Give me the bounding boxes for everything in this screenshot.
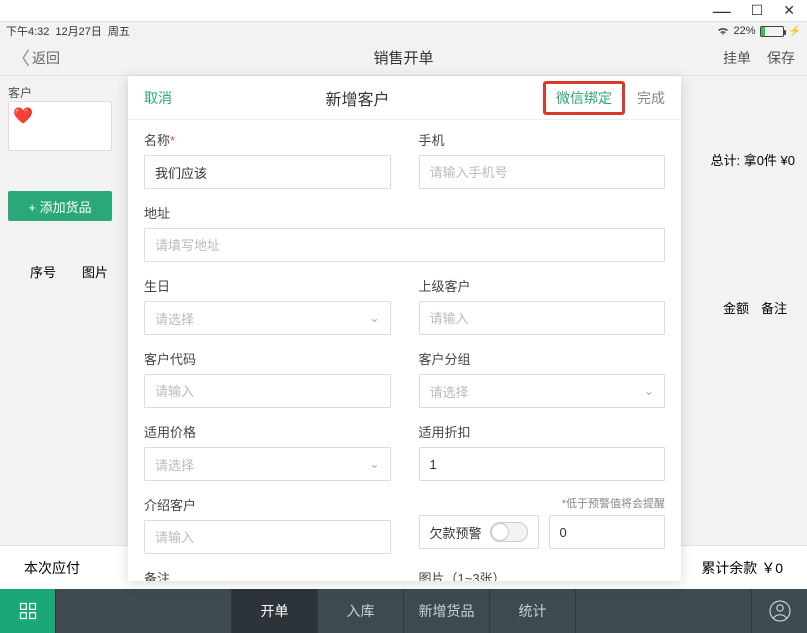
window-titlebar: — ☐ ✕ bbox=[0, 0, 807, 22]
window-minimize-button[interactable]: — bbox=[713, 4, 731, 18]
col-amount: 金额 bbox=[723, 298, 749, 317]
user-icon bbox=[768, 599, 792, 623]
charging-icon: ⚡ bbox=[789, 26, 801, 37]
birthday-label: 生日 bbox=[144, 276, 391, 295]
page-title: 销售开单 bbox=[0, 47, 807, 68]
nav-stats[interactable]: 统计 bbox=[490, 589, 576, 633]
nav-new-product[interactable]: 新增货品 bbox=[404, 589, 490, 633]
intro-customer-label: 介绍客户 bbox=[144, 495, 391, 514]
phone-label: 手机 bbox=[419, 130, 666, 149]
pictures-label: 图片（1~3张） bbox=[419, 568, 666, 581]
price-label: 适用价格 bbox=[144, 422, 391, 441]
cancel-button[interactable]: 取消 bbox=[144, 88, 172, 108]
done-button[interactable]: 完成 bbox=[637, 88, 665, 108]
order-summary: 总计: 拿0件 ¥0 bbox=[710, 150, 795, 169]
add-goods-button[interactable]: + 添加货品 bbox=[8, 191, 112, 221]
address-label: 地址 bbox=[144, 203, 665, 222]
debt-warning-hint: *低于预警值将会提醒 bbox=[419, 495, 666, 511]
back-button[interactable]: 〈 返回 bbox=[12, 45, 60, 71]
debt-warning-label: 欠款预警 bbox=[430, 523, 482, 542]
suspend-order-button[interactable]: 挂单 bbox=[723, 48, 751, 68]
col-remark: 备注 bbox=[761, 298, 787, 317]
customer-group-label: 客户分组 bbox=[419, 349, 666, 368]
name-input[interactable] bbox=[144, 155, 391, 189]
col-image: 图片 bbox=[82, 262, 108, 281]
device-status-bar: 下午4:32 12月27日 周五 22% ⚡ bbox=[0, 22, 807, 40]
address-input[interactable] bbox=[144, 228, 665, 262]
battery-icon bbox=[760, 26, 784, 37]
table-header-left: 序号 图片 bbox=[30, 262, 108, 281]
phone-input[interactable] bbox=[419, 155, 666, 189]
nav-open-order[interactable]: 开单 bbox=[232, 589, 318, 633]
modal-header: 取消 新增客户 微信绑定 完成 bbox=[128, 76, 681, 120]
debt-warning-toggle[interactable] bbox=[490, 522, 528, 542]
parent-customer-input[interactable] bbox=[419, 301, 666, 335]
customer-group-select[interactable]: 请选择 ⌄ bbox=[419, 374, 666, 408]
chevron-down-icon: ⌄ bbox=[644, 384, 654, 398]
modal-title: 新增客户 bbox=[325, 86, 389, 110]
col-seq: 序号 bbox=[30, 262, 56, 281]
debt-warning-value-input[interactable] bbox=[549, 515, 666, 549]
wifi-icon bbox=[716, 26, 730, 36]
wechat-bind-button[interactable]: 微信绑定 bbox=[543, 81, 625, 115]
customer-select-box[interactable]: ❤️ bbox=[8, 101, 112, 151]
battery-percent: 22% bbox=[734, 25, 756, 37]
new-customer-modal: 取消 新增客户 微信绑定 完成 名称* 手机 地址 bbox=[128, 76, 681, 581]
back-label: 返回 bbox=[32, 48, 60, 68]
save-button[interactable]: 保存 bbox=[767, 48, 795, 68]
customer-code-label: 客户代码 bbox=[144, 349, 391, 368]
chevron-left-icon: 〈 bbox=[12, 45, 30, 71]
chevron-down-icon: ⌄ bbox=[369, 311, 379, 325]
bottom-nav: 开单 入库 新增货品 统计 bbox=[0, 589, 807, 633]
customer-code-input[interactable] bbox=[144, 374, 391, 408]
intro-customer-input[interactable] bbox=[144, 520, 391, 554]
discount-label: 适用折扣 bbox=[419, 422, 666, 441]
status-weekday: 周五 bbox=[108, 23, 130, 39]
price-select[interactable]: 请选择 ⌄ bbox=[144, 447, 391, 481]
profile-button[interactable] bbox=[751, 589, 807, 633]
apps-grid-button[interactable] bbox=[0, 589, 56, 633]
remark-label: 备注 bbox=[144, 568, 391, 581]
table-header-right: 金额 备注 bbox=[723, 298, 787, 317]
name-label: 名称* bbox=[144, 130, 391, 149]
window-close-button[interactable]: ✕ bbox=[783, 2, 795, 19]
discount-input[interactable] bbox=[419, 447, 666, 481]
pay-this-time-label: 本次应付 bbox=[24, 558, 80, 578]
grid-icon bbox=[18, 601, 38, 621]
status-time: 下午4:32 bbox=[6, 23, 49, 39]
debt-warning-toggle-container: 欠款预警 bbox=[419, 515, 539, 549]
window-maximize-button[interactable]: ☐ bbox=[751, 2, 764, 19]
nav-stock-in[interactable]: 入库 bbox=[318, 589, 404, 633]
page-nav: 〈 返回 销售开单 挂单 保存 bbox=[0, 40, 807, 76]
parent-customer-label: 上级客户 bbox=[419, 276, 666, 295]
customer-label: 客户 bbox=[8, 84, 48, 101]
balance-label: 累计余款 ￥0 bbox=[701, 558, 783, 578]
status-date: 12月27日 bbox=[55, 23, 101, 39]
birthday-select[interactable]: 请选择 ⌄ bbox=[144, 301, 391, 335]
chevron-down-icon: ⌄ bbox=[369, 457, 379, 471]
